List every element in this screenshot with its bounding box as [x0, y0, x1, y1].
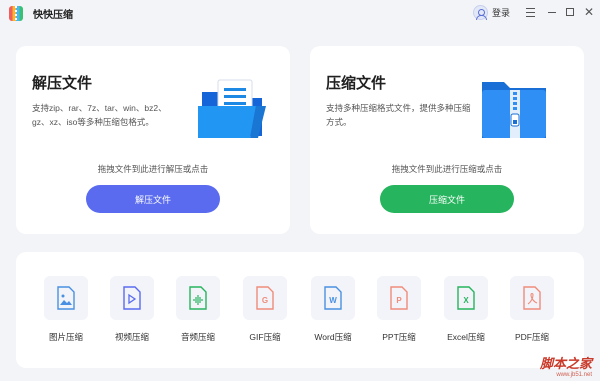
- extract-card[interactable]: 解压文件 支持zip、rar、7z、tar、win、bz2、gz、xz、iso等…: [16, 46, 290, 234]
- ppt-file-icon: P: [390, 286, 408, 310]
- video-file-icon: [123, 286, 141, 310]
- gif-file-icon: G: [256, 286, 274, 310]
- tool-label: GIF压缩: [249, 332, 281, 342]
- open-folder-icon: [198, 79, 266, 138]
- menu-icon[interactable]: [524, 5, 538, 19]
- compress-description: 支持多种压缩格式文件，提供多种压缩方式。: [326, 103, 471, 127]
- tool-video-compress[interactable]: 视频压缩: [102, 276, 162, 343]
- app-logo-icon: [9, 6, 23, 21]
- app-title: 快快压缩: [33, 10, 73, 21]
- svg-text:P: P: [396, 296, 402, 305]
- watermark-sub: www.jb51.net: [556, 372, 592, 378]
- audio-file-icon: [189, 286, 207, 310]
- compress-button[interactable]: 压缩文件: [380, 185, 514, 213]
- tools-panel: 图片压缩 视频压缩 音频压缩 G GIF压缩 W Word压缩 P PPT压缩 …: [16, 252, 584, 368]
- maximize-icon[interactable]: [563, 5, 577, 19]
- zip-folder-icon: [482, 82, 546, 138]
- tool-pdf-compress[interactable]: PDF压缩: [502, 276, 562, 343]
- user-avatar-icon: [473, 5, 488, 20]
- tool-label: 图片压缩: [48, 332, 83, 342]
- excel-file-icon: X: [457, 286, 475, 310]
- pdf-file-icon: [523, 286, 541, 310]
- tool-word-compress[interactable]: W Word压缩: [303, 276, 363, 343]
- tool-label: Excel压缩: [447, 332, 485, 342]
- tool-label: PPT压缩: [382, 332, 416, 342]
- compress-drop-hint: 拖拽文件到此进行压缩或点击: [391, 164, 503, 174]
- extract-title: 解压文件: [32, 75, 93, 92]
- minimize-icon[interactable]: [545, 5, 559, 19]
- extract-description: 支持zip、rar、7z、tar、win、bz2、gz、xz、iso等多种压缩包…: [32, 103, 167, 127]
- compress-card[interactable]: 压缩文件 支持多种压缩格式文件，提供多种压缩方式。 拖拽文件到此进行压缩或点击 …: [310, 46, 584, 234]
- extract-button[interactable]: 解压文件: [86, 185, 220, 213]
- word-file-icon: W: [324, 286, 342, 310]
- tool-audio-compress[interactable]: 音频压缩: [168, 276, 228, 343]
- extract-drop-hint: 拖拽文件到此进行解压或点击: [97, 164, 209, 174]
- login-button[interactable]: 登录: [473, 5, 510, 20]
- login-label: 登录: [492, 8, 511, 18]
- tool-gif-compress[interactable]: G GIF压缩: [235, 276, 295, 343]
- svg-text:W: W: [329, 296, 337, 305]
- close-icon[interactable]: ✕: [582, 5, 596, 19]
- compress-title: 压缩文件: [326, 75, 387, 92]
- tool-label: PDF压缩: [514, 332, 549, 342]
- svg-text:G: G: [262, 296, 268, 305]
- tool-image-compress[interactable]: 图片压缩: [36, 276, 96, 343]
- tool-label: 音频压缩: [180, 332, 215, 342]
- tool-ppt-compress[interactable]: P PPT压缩: [369, 276, 429, 343]
- tool-label: 视频压缩: [114, 332, 149, 342]
- tool-label: Word压缩: [314, 332, 352, 342]
- tool-excel-compress[interactable]: X Excel压缩: [436, 276, 496, 343]
- image-file-icon: [57, 286, 75, 310]
- watermark: 脚本之家 www.jb51.net: [540, 353, 592, 378]
- watermark-main: 脚本之家: [539, 357, 592, 372]
- svg-text:X: X: [463, 296, 469, 305]
- title-bar: 快快压缩 登录 ✕: [0, 0, 600, 28]
